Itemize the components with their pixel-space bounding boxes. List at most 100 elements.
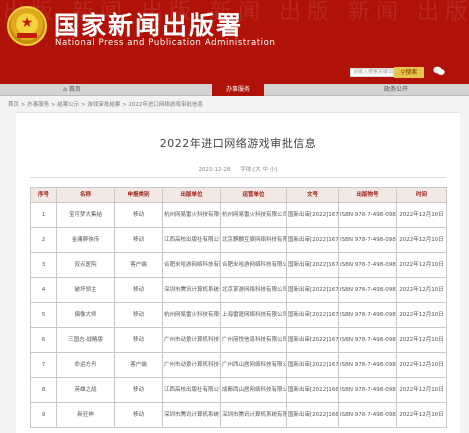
breadcrumb[interactable]: 首页 > 办事服务 > 结果公示 > 游戏审批结果 > 2022年进口网络游戏审… <box>8 100 203 108</box>
cell-no: 5 <box>30 302 57 328</box>
cell-name: 英雄之战 <box>56 377 115 403</box>
publish-date: 2022-12-28 <box>198 167 231 173</box>
search-button-label: 搜索 <box>405 69 418 76</box>
col-header-doc: 文号 <box>286 187 339 203</box>
nav-item-label: 政务公开 <box>383 86 408 93</box>
table-row: 6三国志·战略版移动广州市动景计算机科技有限公司广州简悦信息科技有限公司国新出审… <box>30 327 447 353</box>
cell-name: 新狂神 <box>56 402 115 428</box>
cell-type: 移动 <box>114 202 163 228</box>
cell-name: 宝可梦大集结 <box>56 202 115 228</box>
emblem-base <box>17 33 37 38</box>
cell-isbn: ISBN 978-7-498-09851-1 <box>338 327 397 353</box>
cell-type: 客户端 <box>114 252 163 278</box>
nav-item-label: 首页 <box>68 86 81 93</box>
table-header-row: 序号 名称 申报类别 出版单位 运营单位 文号 出版物号 时间 <box>30 187 447 203</box>
nav-item-label: 办事服务 <box>225 86 250 93</box>
cell-publisher: 杭州网易雷火科技有限公司 <box>162 302 221 328</box>
cell-publisher: 江西高校出版社有限公司 <box>162 227 221 253</box>
cell-name: 偶像大师 <box>56 302 115 328</box>
cell-operator: 成都西山居网络科技有限公司 <box>220 377 287 403</box>
cell-doc: 国新出审[2022]1670号 <box>286 352 339 378</box>
cell-type: 移动 <box>114 402 163 428</box>
article-card: 2022年进口网络游戏审批信息 2022-12-28 字体:[大 中 小] 序号… <box>16 112 460 433</box>
cell-name: 命运方舟 <box>56 352 115 378</box>
cell-operator: 杭州网易雷火科技有限公司 <box>220 202 287 228</box>
cell-date: 2022年12月10日 <box>396 377 447 403</box>
cell-publisher: 深圳市腾讯计算机系统有限公司 <box>162 277 221 303</box>
cell-date: 2022年12月10日 <box>396 277 447 303</box>
cell-operator: 深圳市腾讯计算机系统有限公司 <box>220 402 287 428</box>
national-emblem-icon: ★ <box>7 6 47 46</box>
cell-isbn: ISBN 978-7-498-09850-4 <box>338 302 397 328</box>
cell-isbn: ISBN 978-7-498-09846-7 <box>338 202 397 228</box>
cell-publisher: 深圳市腾讯计算机系统有限公司 <box>162 402 221 428</box>
cell-publisher: 广州市动景计算机科技有限公司 <box>162 327 221 353</box>
cell-operator: 北京麒麟互娱网络科技有限公司 <box>220 227 287 253</box>
cell-date: 2022年12月10日 <box>396 327 447 353</box>
search-button[interactable]: ⚲搜索 <box>394 67 424 78</box>
cell-doc: 国新出审[2022]1676号 <box>286 202 339 228</box>
nav-item-services[interactable]: 办事服务 <box>212 84 264 96</box>
cell-isbn: ISBN 978-7-498-09853-5 <box>338 377 397 403</box>
cell-doc: 国新出审[2022]1672号 <box>286 302 339 328</box>
col-header-no: 序号 <box>30 187 57 203</box>
cell-no: 1 <box>30 202 57 228</box>
cell-operator: 广州西山居网络科技有限公司 <box>220 352 287 378</box>
cell-name: 金庸群侠传 <box>56 227 115 253</box>
approval-table: 序号 名称 申报类别 出版单位 运营单位 文号 出版物号 时间 1 宝可梦大集结移… <box>30 187 447 428</box>
divider <box>30 177 446 178</box>
cell-isbn: ISBN 978-7-498-09854-2 <box>338 402 397 428</box>
cell-doc: 国新出审[2022]1675号 <box>286 227 339 253</box>
site-title[interactable]: 国家新闻出版署 <box>54 6 243 42</box>
wechat-icon[interactable] <box>433 66 445 76</box>
table-row: 1宝可梦大集结移动杭州网易雷火科技有限公司杭州网易雷火科技有限公司国新出审[20… <box>30 202 447 228</box>
cell-date: 2022年12月10日 <box>396 252 447 278</box>
font-size-switch[interactable]: 字体:[大 中 小] <box>240 167 277 173</box>
table-row: 7命运方舟客户端广州市动景计算机科技有限公司广州西山居网络科技有限公司国新出审[… <box>30 352 447 378</box>
table-row: 5偶像大师移动杭州网易雷火科技有限公司上海雷霆网络科技有限公司国新出审[2022… <box>30 302 447 328</box>
cell-date: 2022年12月10日 <box>396 202 447 228</box>
nav-item-public-affairs[interactable]: 政务公开 <box>370 84 422 96</box>
cell-type: 移动 <box>114 302 163 328</box>
star-icon: ★ <box>20 15 34 32</box>
col-header-type: 申报类别 <box>114 187 163 203</box>
cell-date: 2022年12月10日 <box>396 302 447 328</box>
cell-type: 移动 <box>114 327 163 353</box>
cell-operator: 合肥米哈游网络科技有限公司 <box>220 252 287 278</box>
cell-no: 9 <box>30 402 57 428</box>
cell-isbn: ISBN 978-7-498-09848-1 <box>338 252 397 278</box>
cell-publisher: 杭州网易雷火科技有限公司 <box>162 202 221 228</box>
col-header-publisher: 出版单位 <box>162 187 221 203</box>
cell-doc: 国新出审[2022]1674号 <box>286 252 339 278</box>
cell-isbn: ISBN 978-7-498-09852-8 <box>338 352 397 378</box>
col-header-operator: 运营单位 <box>220 187 287 203</box>
cell-no: 8 <box>30 377 57 403</box>
col-header-name: 名称 <box>56 187 115 203</box>
cell-publisher: 合肥米哈游网络科技有限公司 <box>162 252 221 278</box>
cell-operator: 北京掌游网络科技有限公司 <box>220 277 287 303</box>
cell-date: 2022年12月10日 <box>396 227 447 253</box>
main-nav: ⌂ 首页 办事服务 政务公开 <box>0 84 469 96</box>
cell-doc: 国新出审[2022]1668号 <box>286 402 339 428</box>
table-row: 2金庸群侠传移动江西高校出版社有限公司北京麒麟互娱网络科技有限公司国新出审[20… <box>30 227 447 253</box>
nav-item-home[interactable]: ⌂ 首页 <box>52 84 92 96</box>
search-input[interactable]: 请输入搜索关键词 <box>350 68 394 77</box>
cell-date: 2022年12月10日 <box>396 402 447 428</box>
table-row: 3双点医院客户端合肥米哈游网络科技有限公司合肥米哈游网络科技有限公司国新出审[2… <box>30 252 447 278</box>
cell-no: 2 <box>30 227 57 253</box>
site-banner: 出版 新闻 出版 新闻 出版 新闻 出版 ★ 国家新闻出版署 National … <box>0 0 469 84</box>
cell-operator: 上海雷霆网络科技有限公司 <box>220 302 287 328</box>
cell-type: 客户端 <box>114 352 163 378</box>
table-row: 9新狂神移动深圳市腾讯计算机系统有限公司深圳市腾讯计算机系统有限公司国新出审[2… <box>30 402 447 428</box>
cell-isbn: ISBN 978-7-498-09847-4 <box>338 227 397 253</box>
cell-name: 三国志·战略版 <box>56 327 115 353</box>
cell-type: 移动 <box>114 227 163 253</box>
cell-name: 破坏领主 <box>56 277 115 303</box>
cell-date: 2022年12月10日 <box>396 352 447 378</box>
cell-no: 4 <box>30 277 57 303</box>
site-title-english: National Press and Publication Administr… <box>55 38 276 48</box>
col-header-isbn: 出版物号 <box>338 187 397 203</box>
cell-type: 移动 <box>114 277 163 303</box>
cell-type: 移动 <box>114 377 163 403</box>
table-row: 8 英雄之战 移动 江西高校出版社有限公司 成都西山居网络科技有限公司 国新出审[2022… <box>30 377 447 403</box>
